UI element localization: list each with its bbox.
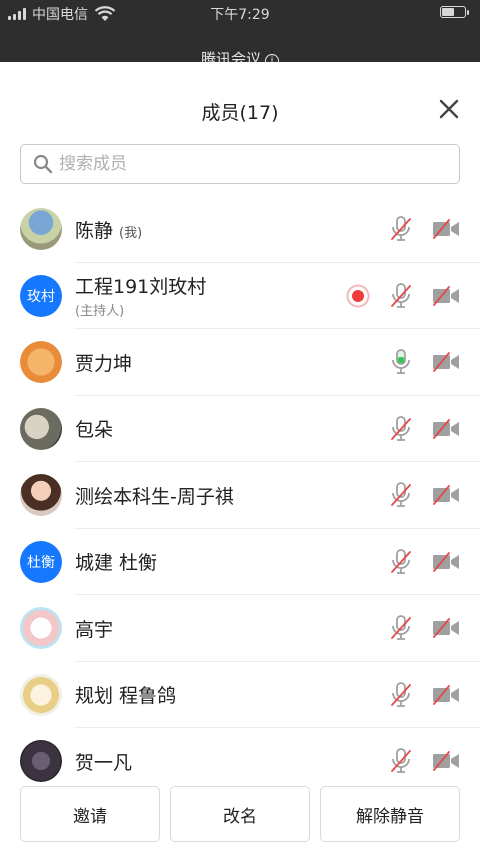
member-row[interactable]: 杜衡 城建 杜衡 — [0, 529, 480, 596]
mic-muted-icon[interactable] — [390, 282, 412, 309]
avatar — [20, 607, 62, 650]
bottom-action-bar: 邀请 改名 解除静音 — [0, 786, 480, 853]
member-name: 贾力坤 — [75, 352, 133, 375]
member-info: 包朵 — [75, 415, 113, 442]
avatar: 杜衡 — [20, 540, 62, 583]
recording-icon — [346, 284, 370, 308]
avatar — [20, 341, 62, 384]
avatar — [20, 740, 62, 783]
host-tag: (主持人) — [75, 304, 125, 320]
member-info: 贺一凡 — [75, 748, 132, 775]
member-info: 规划 程鲁鸽 — [75, 681, 176, 708]
member-name: 包朵 — [75, 419, 114, 442]
mic-muted-icon[interactable] — [390, 615, 412, 641]
member-row[interactable]: 高宇 — [0, 595, 480, 662]
camera-off-icon[interactable] — [432, 484, 460, 506]
status-time: 下午7:29 — [210, 7, 270, 23]
camera-off-icon[interactable] — [432, 351, 460, 373]
search-box[interactable] — [20, 144, 460, 184]
unmute-button[interactable]: 解除静音 — [320, 786, 460, 842]
search-icon — [33, 154, 53, 174]
member-row[interactable]: 包朵 — [0, 396, 480, 463]
member-info: 高宇 — [75, 615, 113, 642]
camera-off-icon[interactable] — [432, 218, 460, 240]
self-tag: (我) — [119, 225, 143, 241]
camera-off-icon[interactable] — [432, 684, 460, 706]
member-row[interactable]: 陈静 (我) — [0, 196, 480, 263]
member-row[interactable]: 测绘本科生-周子祺 — [0, 462, 480, 529]
search-input[interactable] — [59, 154, 439, 174]
battery-icon — [440, 6, 469, 18]
member-name: 高宇 — [75, 618, 114, 641]
member-info: 城建 杜衡 — [75, 548, 157, 575]
member-name: 陈静 — [75, 219, 114, 242]
member-name: 工程191刘玫村 — [75, 276, 207, 299]
rename-button[interactable]: 改名 — [170, 786, 310, 842]
camera-off-icon[interactable] — [432, 750, 460, 772]
mic-muted-icon[interactable] — [390, 548, 412, 575]
member-row[interactable]: 规划 程鲁鸽 — [0, 662, 480, 729]
avatar: 玫村 — [20, 274, 62, 317]
mic-muted-icon[interactable] — [390, 216, 412, 242]
status-bar: 中国电信 下午7:29 腾讯会议 i — [0, 0, 480, 68]
mic-muted-icon[interactable] — [390, 415, 412, 442]
member-row[interactable]: 贺一凡 — [0, 728, 480, 795]
camera-off-icon[interactable] — [432, 551, 460, 573]
avatar — [20, 407, 62, 450]
members-sheet: 成员(17) 陈静 (我) — [0, 62, 480, 853]
mic-muted-icon[interactable] — [390, 748, 412, 774]
camera-off-icon[interactable] — [432, 418, 460, 440]
member-name: 城建 杜衡 — [75, 552, 158, 575]
member-row[interactable]: 贾力坤 — [0, 329, 480, 396]
avatar — [20, 673, 62, 716]
close-icon[interactable] — [438, 98, 460, 120]
mic-active-icon[interactable] — [390, 349, 412, 375]
member-name: 贺一凡 — [75, 751, 133, 774]
member-list: 陈静 (我) 玫村 工程191刘玫村 (主持人) 贾力坤 包朵 测绘本科生-周子… — [0, 196, 480, 795]
member-name: 规划 程鲁鸽 — [75, 685, 177, 708]
camera-off-icon[interactable] — [432, 285, 460, 307]
invite-button[interactable]: 邀请 — [20, 786, 160, 842]
mic-muted-icon[interactable] — [390, 482, 412, 508]
member-info: 工程191刘玫村 (主持人) — [75, 272, 206, 319]
avatar — [20, 474, 62, 517]
mic-muted-icon[interactable] — [390, 681, 412, 708]
sheet-title: 成员(17) — [201, 102, 279, 124]
avatar — [20, 208, 62, 251]
member-info: 贾力坤 — [75, 349, 132, 376]
camera-off-icon[interactable] — [432, 617, 460, 639]
member-row[interactable]: 玫村 工程191刘玫村 (主持人) — [0, 263, 480, 330]
member-info: 测绘本科生-周子祺 — [75, 482, 234, 509]
member-name: 测绘本科生-周子祺 — [75, 485, 234, 508]
member-info: 陈静 (我) — [75, 216, 142, 243]
